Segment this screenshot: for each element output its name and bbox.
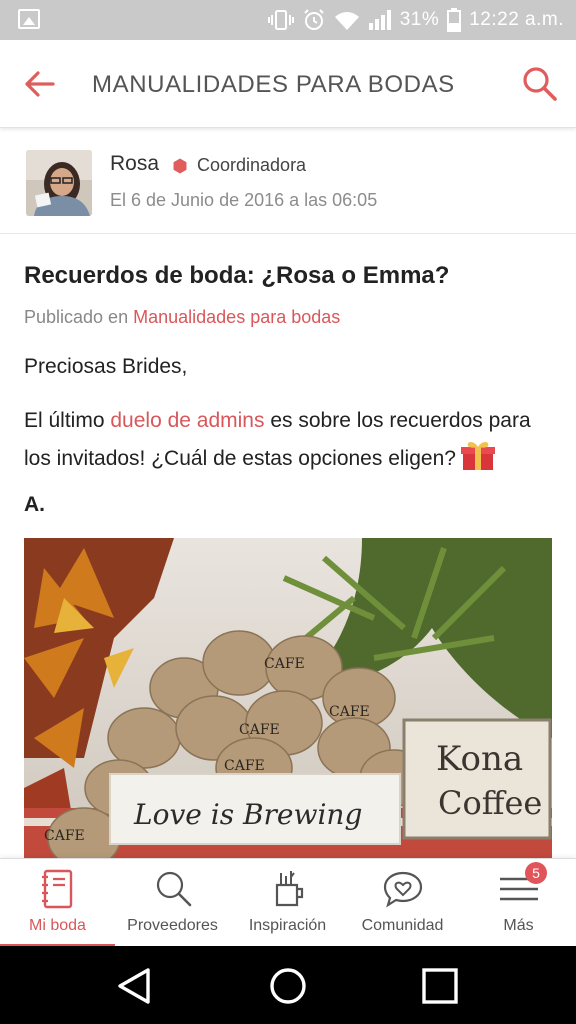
gift-icon bbox=[460, 442, 495, 470]
notification-badge: 5 bbox=[525, 862, 547, 884]
post-photo[interactable]: CAFE CAFE CAFE CAFE CAFE Love is Brewing… bbox=[24, 538, 552, 858]
notebook-icon bbox=[41, 869, 72, 909]
sign-love-is-brewing: Love is Brewing bbox=[133, 798, 362, 831]
sack-label: CAFE bbox=[264, 656, 305, 672]
post-title: Recuerdos de boda: ¿Rosa o Emma? bbox=[24, 262, 450, 289]
nav-label: Más bbox=[503, 917, 534, 934]
inspiration-icon bbox=[275, 871, 303, 907]
nav-label: Mi boda bbox=[29, 917, 86, 934]
moderator-badge-icon bbox=[173, 158, 187, 174]
battery-percentage: 31% bbox=[399, 9, 440, 30]
status-bar: 31% 12:22 a.m. bbox=[0, 0, 576, 40]
avatar[interactable] bbox=[26, 150, 92, 216]
page-title: MANUALIDADES PARA BODAS bbox=[92, 71, 455, 98]
post-greeting: Preciosas Brides, bbox=[24, 355, 188, 378]
vibrate-icon bbox=[267, 10, 294, 30]
bottom-navigation: Mi boda Proveedores Inspiración Comunida… bbox=[0, 858, 576, 947]
back-triangle-icon[interactable] bbox=[112, 964, 156, 1008]
option-label: A. bbox=[24, 493, 45, 516]
sign-coffee: Coffee bbox=[438, 784, 542, 822]
nav-inspiracion[interactable]: Inspiración bbox=[230, 859, 345, 947]
search-button[interactable] bbox=[520, 64, 560, 104]
nav-label: Comunidad bbox=[361, 917, 444, 934]
status-icons: 31% 12:22 a.m. bbox=[267, 6, 564, 34]
category-link[interactable]: Manualidades para bodas bbox=[133, 307, 340, 327]
nav-label: Proveedores bbox=[127, 917, 218, 934]
sack-label: CAFE bbox=[44, 828, 85, 844]
published-prefix: Publicado en bbox=[24, 307, 129, 327]
app-header: MANUALIDADES PARA BODAS bbox=[0, 40, 576, 128]
system-navigation-bar bbox=[0, 946, 576, 1024]
sign-kona: Kona bbox=[436, 739, 523, 779]
arrow-left-icon bbox=[25, 71, 55, 97]
clock: 12:22 a.m. bbox=[469, 9, 564, 30]
search-icon bbox=[523, 67, 557, 101]
author-name[interactable]: Rosa bbox=[110, 152, 159, 176]
search-icon bbox=[156, 871, 191, 907]
nav-proveedores[interactable]: Proveedores bbox=[115, 859, 230, 947]
nav-mi-boda[interactable]: Mi boda bbox=[0, 859, 115, 947]
home-circle-icon[interactable] bbox=[266, 964, 310, 1008]
admin-duel-link[interactable]: duelo de admins bbox=[110, 409, 264, 432]
chat-heart-icon bbox=[383, 871, 422, 908]
alarm-icon bbox=[303, 9, 324, 30]
nav-comunidad[interactable]: Comunidad bbox=[345, 859, 460, 947]
battery-icon bbox=[447, 8, 462, 32]
nav-mas[interactable]: 5 Más bbox=[461, 859, 576, 947]
nav-label: Inspiración bbox=[248, 917, 327, 934]
post-date: El 6 de Junio de 2016 a las 06:05 bbox=[110, 190, 378, 210]
sack-label: CAFE bbox=[239, 722, 280, 738]
signal-icon bbox=[368, 10, 391, 30]
back-button[interactable] bbox=[20, 64, 60, 104]
sack-label: CAFE bbox=[329, 704, 370, 720]
body-text-start: El último bbox=[24, 409, 105, 432]
gallery-icon bbox=[18, 9, 40, 29]
post-category-line: Publicado en Manualidades para bodas bbox=[24, 307, 340, 328]
sack-label: CAFE bbox=[224, 758, 265, 774]
author-block: Rosa Coordinadora El 6 de Junio de 2016 … bbox=[0, 130, 576, 234]
wifi-icon bbox=[334, 12, 359, 30]
author-role: Coordinadora bbox=[197, 155, 307, 175]
recents-square-icon[interactable] bbox=[418, 964, 462, 1008]
post-body: El último duelo de admins es sobre los r… bbox=[24, 403, 554, 477]
